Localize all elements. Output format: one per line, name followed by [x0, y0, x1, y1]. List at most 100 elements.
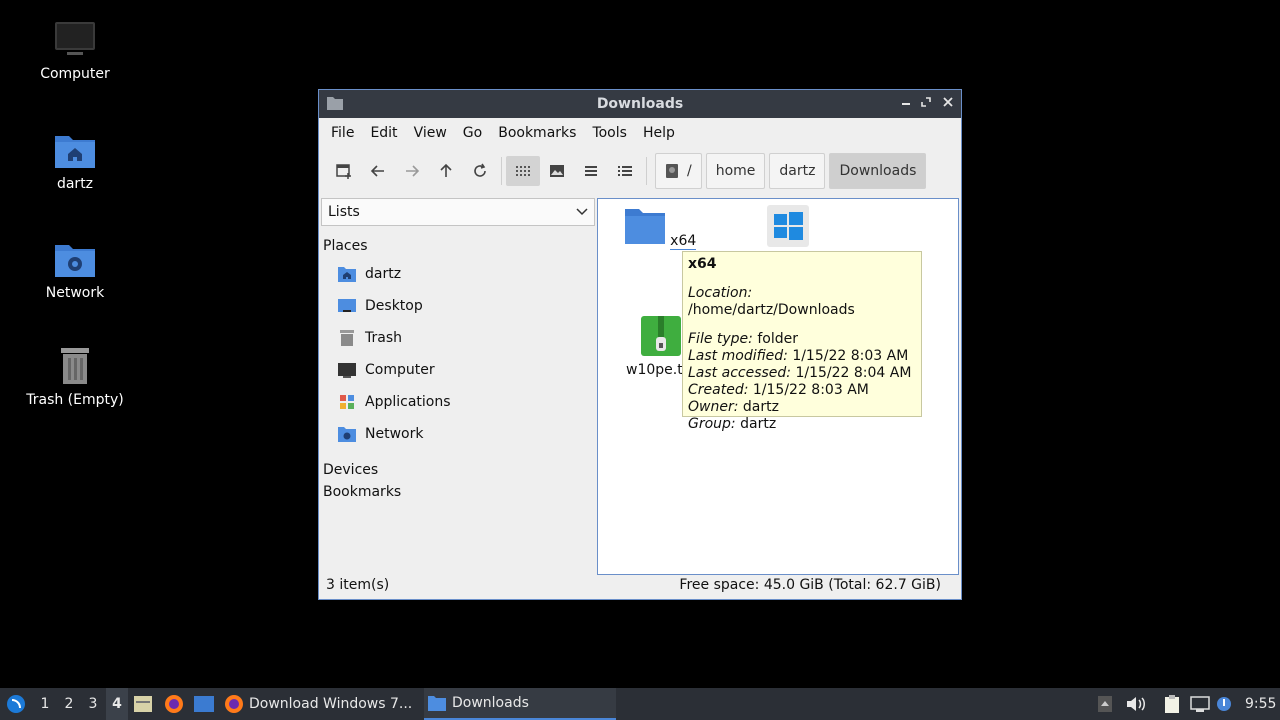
- file-name: x64: [670, 233, 697, 250]
- side-pane: Lists Places dartz Desktop Trash Compute…: [321, 198, 595, 573]
- image-icon: [550, 165, 564, 177]
- file-item-x64[interactable]: x64: [620, 207, 700, 250]
- tooltip-type: File type: folder: [688, 331, 798, 347]
- compact-view-button[interactable]: [574, 156, 608, 186]
- icon-view-button[interactable]: [506, 156, 540, 186]
- tray-clipboard[interactable]: [1164, 688, 1184, 720]
- place-trash[interactable]: Trash: [321, 322, 595, 354]
- path-segment-downloads[interactable]: Downloads: [829, 153, 927, 189]
- arrow-left-icon: [370, 165, 384, 177]
- tooltip-location: Location: /home/dartz/Downloads: [688, 285, 855, 318]
- reload-button[interactable]: [463, 156, 497, 186]
- desktop-icon-dartz[interactable]: dartz: [5, 130, 145, 192]
- workspace-4[interactable]: 4: [106, 688, 128, 720]
- places-header[interactable]: Places: [323, 238, 595, 254]
- workspace-1[interactable]: 1: [34, 696, 56, 712]
- clipboard-icon: [1165, 695, 1179, 713]
- menu-file[interactable]: File: [323, 125, 362, 141]
- computer-icon: [55, 22, 95, 55]
- firefox-icon: [225, 695, 243, 713]
- title-bar[interactable]: Downloads: [319, 90, 961, 118]
- detailed-view-button[interactable]: [608, 156, 642, 186]
- thumbnail-view-button[interactable]: [540, 156, 574, 186]
- tray-updates[interactable]: [1216, 688, 1234, 720]
- menu-view[interactable]: View: [406, 125, 455, 141]
- path-segment-home[interactable]: home: [705, 153, 766, 189]
- file-item-windows[interactable]: [748, 205, 828, 251]
- menu-go[interactable]: Go: [455, 125, 490, 141]
- info-icon: [1217, 697, 1231, 711]
- workspace-2[interactable]: 2: [58, 696, 80, 712]
- bookmarks-header[interactable]: Bookmarks: [323, 484, 595, 500]
- desktop-icon-computer[interactable]: Computer: [5, 20, 145, 82]
- desktop-icon-network[interactable]: Network: [5, 239, 145, 301]
- tooltip-modified: Last modified: 1/15/22 8:03 AM: [688, 348, 909, 364]
- place-dartz[interactable]: dartz: [321, 258, 595, 290]
- place-label: dartz: [365, 266, 402, 282]
- place-label: Network: [365, 426, 424, 442]
- taskbar: 1 2 3 4 Download Windows 7... Downloads …: [0, 688, 1280, 720]
- desktop-icon-label: Computer: [40, 66, 110, 82]
- back-button[interactable]: [361, 156, 395, 186]
- forward-button[interactable]: [395, 156, 429, 186]
- place-network[interactable]: Network: [321, 418, 595, 450]
- lubuntu-logo-icon: [7, 695, 25, 713]
- chevron-down-icon: [576, 208, 588, 216]
- minimize-button[interactable]: [897, 94, 915, 112]
- workspace-3[interactable]: 3: [82, 696, 104, 712]
- list-icon: [585, 166, 597, 176]
- reload-icon: [474, 163, 486, 177]
- tray-network[interactable]: [1190, 688, 1212, 720]
- file-manager-icon: [134, 696, 152, 712]
- path-root-button[interactable]: /: [655, 153, 702, 189]
- tray-upload-icon[interactable]: [1098, 688, 1116, 720]
- up-button[interactable]: [429, 156, 463, 186]
- workspace-switcher: 1 2 3 4: [34, 688, 128, 720]
- quicklaunch-file-manager[interactable]: [134, 688, 154, 720]
- show-desktop-icon: [194, 696, 214, 712]
- archive-icon: [641, 316, 681, 356]
- upload-icon: [1098, 696, 1112, 712]
- clock[interactable]: 9:55: [1245, 688, 1276, 720]
- toolbar: / home dartz Downloads: [319, 148, 961, 194]
- quicklaunch-desktop[interactable]: [194, 688, 214, 720]
- place-applications[interactable]: Applications: [321, 386, 595, 418]
- desktop-icon-label: Trash (Empty): [26, 392, 124, 408]
- task-downloads-window[interactable]: Downloads: [424, 688, 616, 720]
- arrow-right-icon: [406, 165, 420, 177]
- quicklaunch-firefox[interactable]: [164, 688, 184, 720]
- new-tab-button[interactable]: [327, 156, 361, 186]
- menu-edit[interactable]: Edit: [362, 125, 405, 141]
- desktop-icon-label: Network: [45, 285, 105, 301]
- menu-bar: File Edit View Go Bookmarks Tools Help: [319, 118, 961, 148]
- applications-icon: [340, 395, 354, 409]
- minimize-icon: [902, 103, 910, 105]
- place-desktop[interactable]: Desktop: [321, 290, 595, 322]
- trash-icon: [61, 348, 89, 384]
- menu-tools[interactable]: Tools: [584, 125, 635, 141]
- status-free-space: Free space: 45.0 GiB (Total: 62.7 GiB): [679, 577, 941, 593]
- side-pane-mode-select[interactable]: Lists: [321, 198, 595, 226]
- network-folder-icon: [338, 427, 356, 442]
- menu-help[interactable]: Help: [635, 125, 683, 141]
- tray-volume[interactable]: [1126, 688, 1148, 720]
- trash-icon: [340, 330, 354, 346]
- desktop-icon-trash[interactable]: Trash (Empty): [5, 346, 145, 408]
- devices-header[interactable]: Devices: [323, 462, 595, 478]
- computer-icon: [338, 363, 356, 378]
- path-segment-dartz[interactable]: dartz: [769, 153, 826, 189]
- tooltip-filename: x64: [688, 256, 717, 272]
- maximize-button[interactable]: [917, 94, 935, 112]
- toolbar-separator: [501, 157, 502, 185]
- menu-bookmarks[interactable]: Bookmarks: [490, 125, 584, 141]
- tooltip-accessed: Last accessed: 1/15/22 8:04 AM: [688, 365, 912, 381]
- close-button[interactable]: [939, 94, 957, 112]
- place-label: Computer: [365, 362, 435, 378]
- detailed-list-icon: [618, 166, 632, 176]
- tooltip-group: Group: dartz: [688, 416, 777, 432]
- place-computer[interactable]: Computer: [321, 354, 595, 386]
- task-firefox-window[interactable]: Download Windows 7...: [224, 688, 420, 720]
- new-tab-icon: [336, 164, 351, 179]
- status-bar: 3 item(s) Free space: 45.0 GiB (Total: 6…: [319, 575, 961, 599]
- start-menu-button[interactable]: [4, 688, 28, 720]
